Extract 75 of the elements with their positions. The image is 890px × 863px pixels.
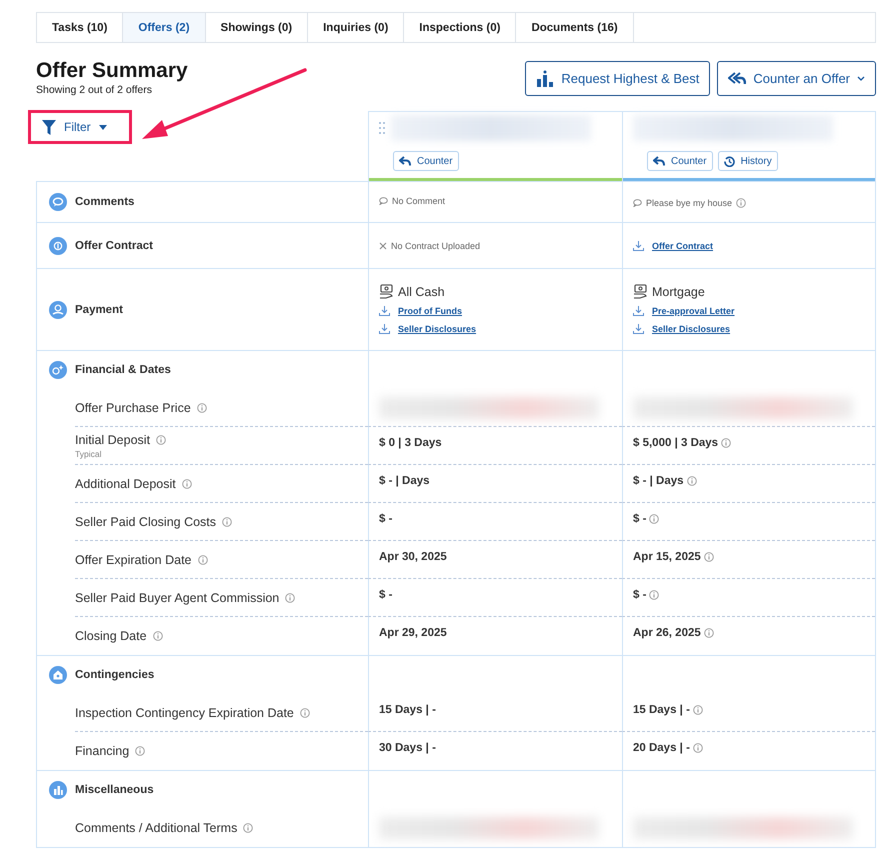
status-text: No Contract Uploaded [391, 240, 480, 250]
cash-hand-icon [633, 284, 648, 299]
document-link[interactable]: Seller Disclosures [398, 324, 476, 334]
document-link[interactable]: Offer Contract [652, 240, 714, 250]
comment-text: Please bye my house [646, 198, 732, 208]
action-button[interactable]: Counter an Offer [717, 61, 876, 96]
section-title: Miscellaneous [75, 784, 154, 796]
download-icon [379, 306, 390, 316]
section-title: Financial & Dates [75, 364, 171, 376]
download-icon [633, 324, 644, 334]
download-icon [379, 324, 390, 334]
speech-bubble-icon [379, 197, 388, 205]
field-label: Additional Deposit [75, 476, 176, 490]
caret-icon [98, 124, 107, 130]
reply-icon [653, 156, 665, 166]
payment-method: All Cash [398, 284, 445, 298]
bars-icon [49, 781, 67, 799]
coin-icon [49, 236, 67, 254]
field-value: $ - | Days [379, 475, 430, 487]
speech-bubble-icon [633, 199, 642, 207]
field-value: $ 0 | 3 Days [379, 437, 442, 449]
reply-icon [399, 156, 411, 166]
row-label: Offer Contract [75, 240, 153, 252]
field-label: Offer Purchase Price [75, 400, 191, 414]
history-icon [724, 156, 735, 166]
field-label: Offer Expiration Date [75, 552, 192, 566]
offer-button[interactable]: Counter [393, 151, 459, 171]
field-value: $ - [379, 513, 392, 525]
field-value: $ - [633, 589, 646, 601]
chat-bubble-icon [49, 193, 67, 211]
offer-button[interactable]: Counter [647, 151, 713, 171]
field-label: Financing [75, 744, 130, 758]
field-label: Seller Paid Buyer Agent Commission [75, 590, 280, 604]
payment-method: Mortgage [652, 284, 705, 298]
field-value: 15 Days | - [379, 704, 436, 716]
document-link[interactable]: Seller Disclosures [652, 324, 730, 334]
field-value: Apr 30, 2025 [379, 551, 447, 563]
action-button[interactable]: Request Highest & Best [525, 61, 710, 96]
download-icon [633, 306, 644, 316]
drag-handle-icon[interactable] [379, 121, 385, 135]
field-value: 30 Days | - [379, 742, 436, 754]
offer-button[interactable]: History [718, 151, 778, 171]
document-link[interactable]: Proof of Funds [398, 306, 462, 316]
section-title: Contingencies [75, 669, 154, 681]
field-value: 20 Days | - [633, 742, 690, 754]
field-value: Apr 26, 2025 [633, 627, 701, 639]
row-label: Payment [75, 304, 123, 316]
document-link[interactable]: Pre-approval Letter [652, 306, 735, 316]
offer-count: Showing 2 out of 2 offers [36, 84, 153, 96]
field-value: Apr 15, 2025 [633, 551, 701, 563]
field-value: $ - [379, 589, 392, 601]
page-title: Offer Summary [36, 59, 188, 83]
field-label: Initial Deposit [75, 432, 150, 446]
field-label: Comments / Additional Terms [75, 821, 238, 835]
field-value: Apr 29, 2025 [379, 627, 447, 639]
field-value: $ 5,000 | 3 Days [633, 437, 718, 449]
field-value: $ - [633, 513, 646, 525]
field-label: Seller Paid Closing Costs [75, 514, 216, 528]
tab[interactable]: Offers (2) [123, 13, 206, 42]
field-value: 15 Days | - [633, 704, 690, 716]
field-value: $ - | Days [633, 475, 684, 487]
sparkle-coin-icon [49, 361, 67, 379]
comment-text: No Comment [392, 196, 446, 206]
house-icon [49, 666, 67, 684]
filter-button[interactable]: Filter [42, 120, 107, 134]
field-label: Inspection Contingency Expiration Date [75, 706, 294, 720]
row-label: Comments [75, 196, 134, 208]
cash-hand-icon [379, 284, 394, 299]
bar-chart-icon [536, 70, 554, 88]
download-icon [633, 240, 644, 250]
reply-all-icon [728, 72, 746, 86]
cross-icon [379, 242, 387, 250]
field-note: Typical [75, 448, 102, 458]
funnel-icon [42, 120, 56, 134]
field-label: Closing Date [75, 629, 147, 643]
